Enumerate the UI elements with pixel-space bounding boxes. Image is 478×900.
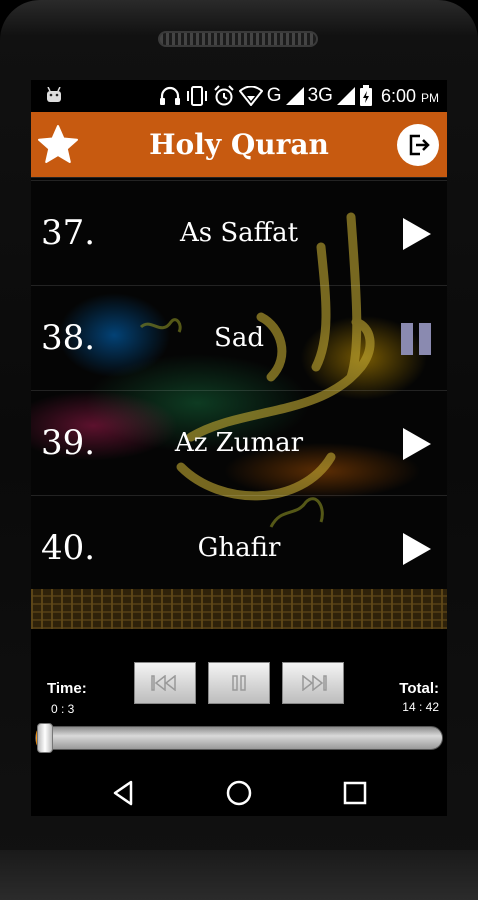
signal-icon	[336, 87, 355, 105]
headphones-icon	[159, 86, 180, 105]
back-icon[interactable]	[109, 778, 139, 808]
home-icon[interactable]	[224, 778, 254, 808]
exit-button[interactable]	[397, 124, 439, 166]
signal-icon	[285, 87, 304, 105]
list-divider	[31, 177, 447, 178]
surah-number: 37.	[41, 213, 96, 253]
surah-number: 40.	[41, 528, 96, 568]
battery-charging-icon	[359, 85, 372, 106]
elapsed-time: 0 : 3	[51, 702, 75, 716]
exit-icon	[409, 134, 430, 156]
star-icon[interactable]	[37, 124, 79, 166]
recents-icon[interactable]	[340, 778, 370, 808]
next-button[interactable]	[282, 662, 344, 704]
pause-icon	[232, 675, 246, 691]
vibrate-icon	[186, 86, 207, 106]
pause-button[interactable]	[208, 662, 270, 704]
list-item[interactable]: 39. Az Zumar	[31, 390, 447, 495]
clock-ampm: PM	[421, 90, 439, 105]
surah-name: Ghafir	[197, 533, 281, 563]
play-icon[interactable]	[399, 531, 433, 567]
page-title: Holy Quran	[149, 128, 329, 161]
app-header: Holy Quran	[31, 112, 447, 177]
surah-name: As Saffat	[179, 218, 299, 248]
network-g-label: G	[266, 85, 282, 106]
time-label: Time:	[47, 680, 87, 697]
surah-number: 39.	[41, 423, 96, 463]
surah-name: Az Zumar	[174, 428, 304, 458]
next-icon	[302, 675, 327, 691]
phone-bottom-bezel	[0, 850, 478, 900]
network-3g-label: 3G	[307, 85, 333, 106]
play-icon[interactable]	[399, 426, 433, 462]
android-icon	[47, 87, 61, 102]
system-nav-bar	[31, 770, 447, 816]
clock-time: 6:00	[380, 85, 416, 106]
clock: 6:00 PM	[381, 86, 439, 107]
surah-number: 38.	[41, 318, 96, 358]
total-label: Total:	[399, 680, 439, 697]
wifi-icon	[238, 86, 263, 106]
previous-icon	[151, 675, 176, 691]
alarm-icon	[214, 85, 234, 106]
status-icons: G 3G 6:00 PM	[159, 84, 439, 108]
surah-name: Sad	[214, 323, 264, 353]
status-bar: G 3G 6:00 PM	[31, 80, 447, 112]
seek-thumb[interactable]	[37, 723, 54, 753]
screen: G 3G 6:00 PM Holy Quran 37. As Saffat 38…	[31, 80, 447, 816]
surah-list: 37. As Saffat 38. Sad 39. Az Zumar 40. G…	[31, 177, 447, 629]
audio-player: Time: 0 : 3 Total: 14: 42	[31, 660, 447, 760]
list-item[interactable]: 40. Ghafir	[31, 495, 447, 600]
earpiece-speaker	[158, 31, 318, 47]
play-icon[interactable]	[399, 216, 433, 252]
seek-bar[interactable]	[35, 723, 443, 753]
total-duration: 14 : 42	[402, 700, 439, 714]
previous-button[interactable]	[134, 662, 196, 704]
list-item[interactable]: 37. As Saffat	[31, 180, 447, 285]
phone-frame: G 3G 6:00 PM Holy Quran 37. As Saffat 38…	[0, 0, 478, 900]
pause-icon[interactable]	[399, 321, 433, 357]
list-item[interactable]: 38. Sad	[31, 285, 447, 390]
